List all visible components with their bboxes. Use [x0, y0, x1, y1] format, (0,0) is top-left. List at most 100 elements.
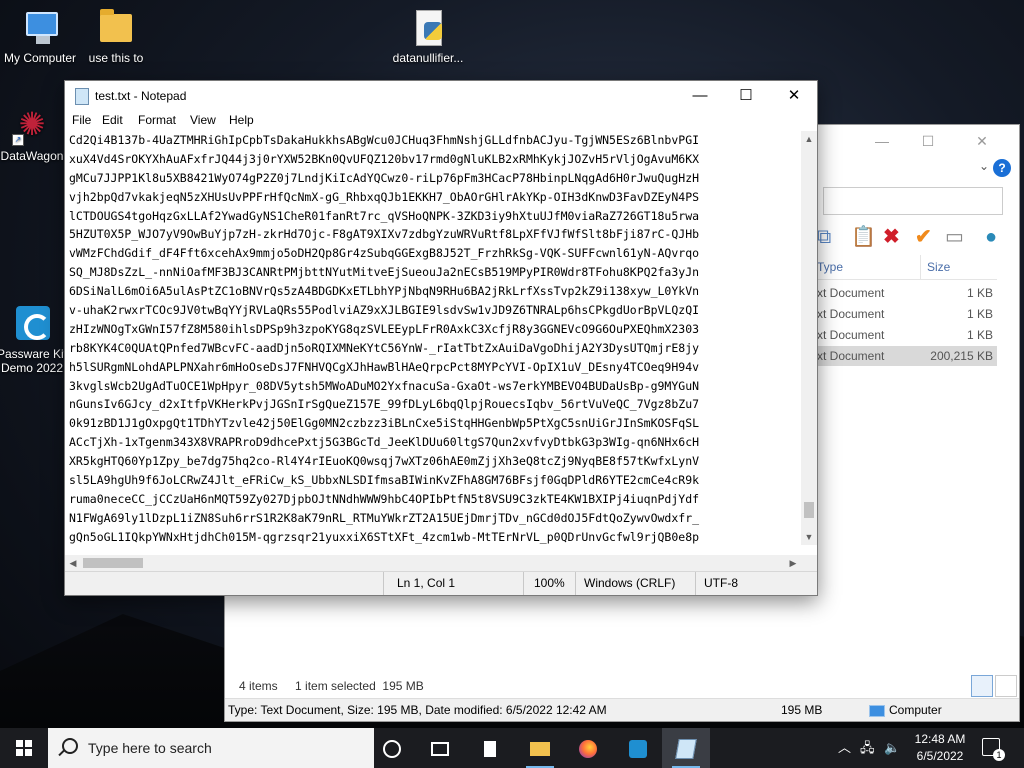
details-view-button[interactable]: [971, 675, 993, 697]
network-icon[interactable]: 🖧: [860, 728, 875, 768]
status-divider: [695, 572, 696, 595]
delete-icon[interactable]: ✖: [883, 225, 900, 249]
volume-icon[interactable]: 🔈: [884, 728, 900, 768]
taskbar-file-app[interactable]: [466, 728, 514, 768]
taskbar-passware[interactable]: [614, 728, 662, 768]
title-bar[interactable]: test.txt - Notepad — ☐ ✕: [65, 81, 817, 111]
show-hidden-icons-icon[interactable]: ︿: [838, 728, 851, 768]
chevron-down-icon[interactable]: ⌄: [979, 159, 989, 173]
desktop-icon-datanullifier[interactable]: datanullifier...: [388, 8, 468, 65]
minimize-button[interactable]: —: [677, 81, 723, 111]
desktop-icon-passware[interactable]: Passware Kit Demo 2022: [0, 304, 70, 375]
task-view-button[interactable]: [416, 728, 464, 768]
cortana-button[interactable]: [368, 728, 416, 768]
search-placeholder: Type here to search: [88, 740, 212, 756]
clock[interactable]: 12:48 AM 6/5/2022: [906, 731, 974, 765]
encoding: UTF-8: [704, 576, 738, 590]
zoom-level: 100%: [534, 576, 565, 590]
tiles-view-button[interactable]: [995, 675, 1017, 697]
location: Computer: [869, 703, 942, 717]
status-bar: Ln 1, Col 1 100% Windows (CRLF) UTF-8: [65, 571, 817, 595]
vertical-scroll-thumb[interactable]: [804, 502, 814, 519]
globe-icon[interactable]: ●: [985, 225, 997, 249]
file-type: xt Document: [817, 286, 885, 300]
column-divider: [920, 255, 921, 279]
scroll-down-arrow-icon[interactable]: ▼: [801, 529, 817, 545]
minimize-button[interactable]: —: [859, 129, 905, 153]
help-icon[interactable]: ?: [993, 159, 1011, 177]
rename-icon[interactable]: ✔: [915, 225, 932, 249]
paste-icon[interactable]: 📋: [851, 225, 876, 249]
menu-edit[interactable]: Edit: [102, 113, 123, 127]
text-line: 6DSiNalL6mOi6A5ulAsPtZC1oBNVrQs5zA4BDGDK…: [69, 284, 700, 299]
computer-icon: [26, 12, 58, 44]
desktop-icon-label: use this to decrypt m...: [88, 51, 144, 65]
file-row[interactable]: xt Document 1 KB: [817, 304, 997, 324]
file-size: 200,215 KB: [930, 349, 993, 363]
scroll-left-arrow-icon[interactable]: ◀: [65, 555, 81, 571]
desktop-icon-label: DataWagon: [0, 149, 64, 163]
text-line: h5lSURgmNLohdAPLPNXahr6mHoOseDsJ7FNHVQCg…: [69, 359, 700, 374]
file-row[interactable]: xt Document 1 KB: [817, 283, 997, 303]
notification-icon[interactable]: 1: [982, 738, 1005, 761]
menu-file[interactable]: File: [72, 113, 91, 127]
text-line: vWMzFChdGdif_dF4Fft6xcehAx9mmjo5oDH2Qp8G…: [69, 246, 700, 261]
search-input[interactable]: [823, 187, 1003, 215]
clock-date: 6/5/2022: [916, 749, 964, 763]
text-line: N1FWgA69ly1lDzpL1iZN8Suh6rrS1R2K8aK79nRL…: [69, 510, 700, 525]
horizontal-scroll-thumb[interactable]: [83, 558, 143, 568]
folder-icon: [530, 742, 550, 757]
text-line: 3kvglsWcb2UgAdTuOCE1WpHpyr_08DV5ytsh5MWo…: [69, 378, 700, 393]
text-area[interactable]: Cd2Qi4B137b-4UaZTMHRiGhIpCpbTsDakaHukkhs…: [69, 131, 801, 545]
vertical-scrollbar[interactable]: ▲ ▼: [801, 131, 817, 545]
menu-view[interactable]: View: [190, 113, 216, 127]
item-count: 4 items: [239, 679, 278, 693]
passware-icon: [16, 306, 50, 340]
taskbar-search[interactable]: Type here to search: [48, 728, 374, 768]
start-button[interactable]: [0, 728, 48, 768]
notepad-icon: [675, 739, 697, 760]
text-line: XR5kgHTQ60Yp1Zpy_be7dg75hq2co-Rl4Y4rIEuo…: [69, 454, 700, 469]
file-details: Type: Text Document, Size: 195 MB, Date …: [228, 703, 607, 717]
scroll-right-arrow-icon[interactable]: ▶: [785, 555, 801, 571]
text-line: lCTDOUGS4tgoHqzGxLLAf2YwadGyNS1CheR01fan…: [69, 208, 700, 223]
notepad-window[interactable]: test.txt - Notepad — ☐ ✕ File Edit Forma…: [64, 80, 818, 596]
folder-icon: [100, 9, 132, 42]
menu-format[interactable]: Format: [138, 113, 176, 127]
text-line: 5HZUT0X5P_WJO7yV9OwBuYjp7zH-zkrHd7Ojc-F8…: [69, 227, 700, 242]
window-controls: — ☐ ✕: [677, 81, 817, 111]
maximize-button[interactable]: ☐: [905, 129, 951, 153]
file-row-selected[interactable]: xt Document 200,215 KB: [817, 346, 997, 366]
text-line: ACcTjXh-1xTgenm343X8VRAPRroD9dhcePxtj5G3…: [69, 435, 700, 450]
cortana-icon: [383, 740, 401, 759]
taskbar-notepad[interactable]: [662, 728, 710, 768]
text-line: gQn5oGL1IQkpYWNxHtjdhCh015M-qgrzsqr21yux…: [69, 529, 700, 544]
close-button[interactable]: ✕: [959, 129, 1005, 153]
passware-icon: [629, 740, 647, 759]
scroll-up-arrow-icon[interactable]: ▲: [801, 131, 817, 147]
cursor-position: Ln 1, Col 1: [397, 576, 456, 590]
file-size: 1 KB: [966, 328, 993, 342]
column-size[interactable]: Size: [927, 260, 950, 274]
horizontal-scrollbar[interactable]: ◀ ▶: [65, 555, 801, 571]
taskbar-firefox[interactable]: [564, 728, 612, 768]
location-label: Computer: [889, 703, 942, 717]
taskbar-file-explorer[interactable]: [516, 728, 564, 768]
column-type[interactable]: Type: [817, 260, 843, 274]
file-row[interactable]: xt Document 1 KB: [817, 325, 997, 345]
close-button[interactable]: ✕: [771, 81, 817, 111]
copy-icon[interactable]: ⧉: [817, 225, 831, 249]
text-line: ruma0neceCC_jCCzUaH6nMQT59Zy027DjpbOJtNN…: [69, 491, 700, 506]
desktop-icon-datawagon[interactable]: ✺ ↗ DataWagon: [0, 106, 70, 163]
notification-count: 1: [993, 749, 1005, 761]
python-logo-icon: [424, 22, 442, 40]
menu-bar: File Edit Format View Help: [65, 111, 817, 131]
maximize-button[interactable]: ☐: [723, 81, 769, 111]
notepad-icon: [75, 88, 89, 105]
explorer-window-controls: — ☐ ✕: [859, 129, 1019, 153]
desktop-icon-folder[interactable]: use this to decrypt m...: [76, 8, 156, 65]
text-line: Cd2Qi4B137b-4UaZTMHRiGhIpCpbTsDakaHukkhs…: [69, 133, 700, 147]
properties-icon[interactable]: ▭: [945, 225, 964, 249]
menu-help[interactable]: Help: [229, 113, 254, 127]
desktop-icon-my-computer[interactable]: My Computer: [0, 8, 80, 65]
